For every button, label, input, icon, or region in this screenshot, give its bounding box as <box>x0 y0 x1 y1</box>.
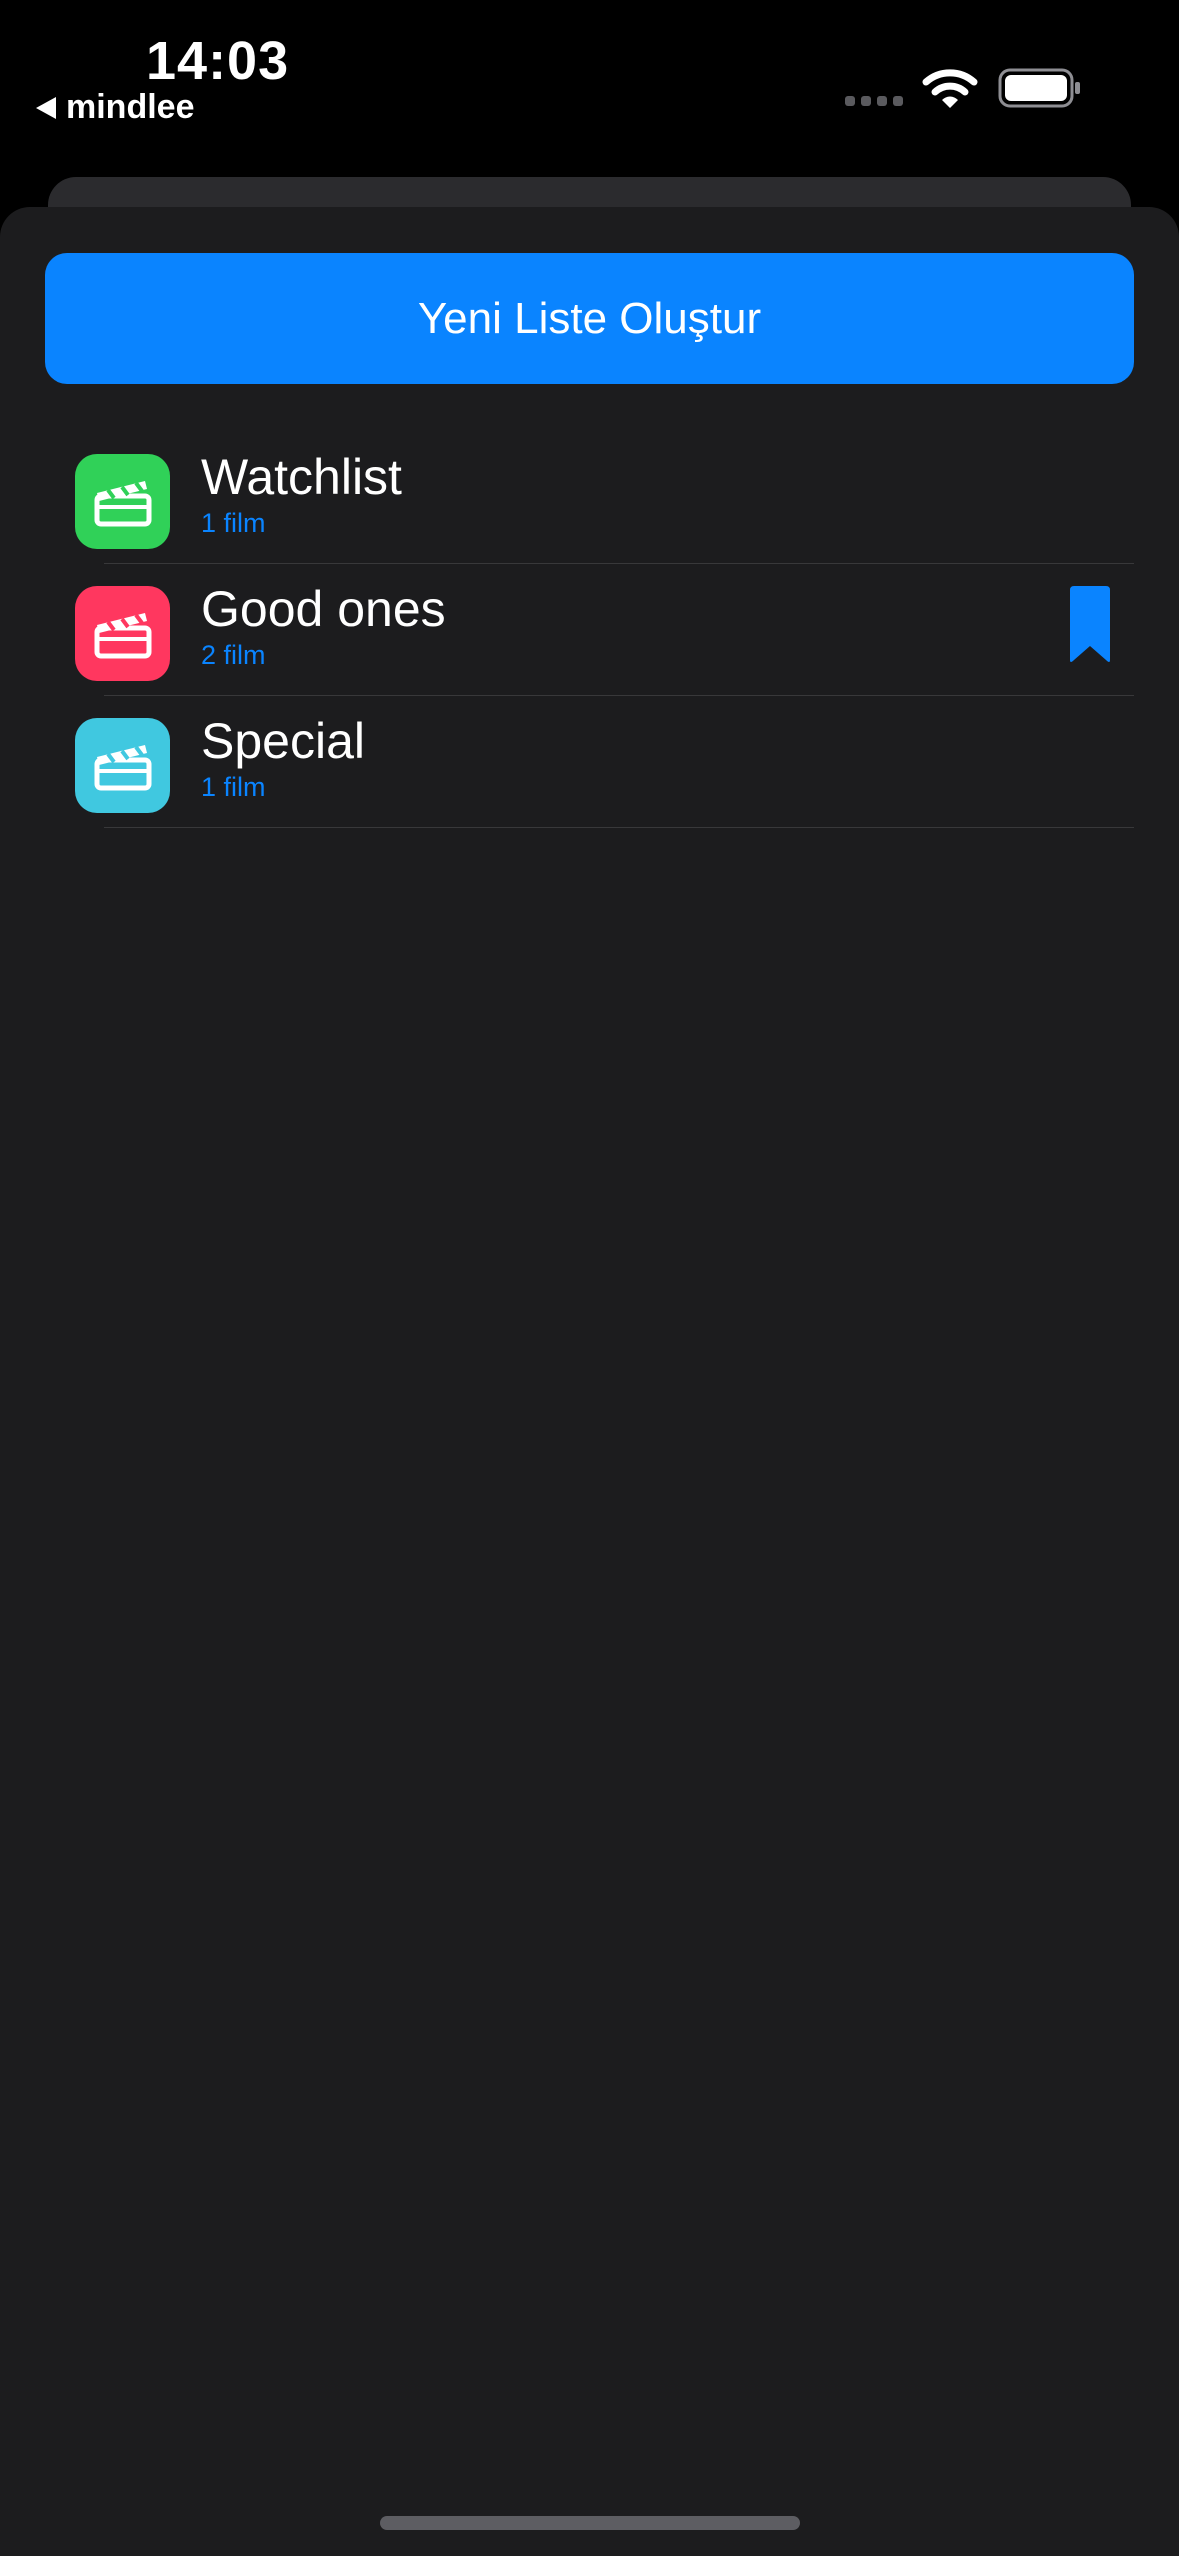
lists: Watchlist 1 film Good ones 2 film Specia… <box>0 432 1179 828</box>
list-item-good-ones[interactable]: Good ones 2 film <box>0 564 1179 696</box>
wifi-icon <box>922 69 978 108</box>
clapperboard-icon <box>75 586 170 681</box>
lists-sheet: Yeni Liste Oluştur Watchlist 1 film Good… <box>0 207 1179 2556</box>
list-film-count: 1 film <box>201 508 266 538</box>
back-app-label: mindlee <box>66 88 195 126</box>
list-item-watchlist[interactable]: Watchlist 1 film <box>0 432 1179 564</box>
clapperboard-icon <box>75 454 170 549</box>
list-item-special[interactable]: Special 1 film <box>0 696 1179 828</box>
list-title: Special <box>201 713 365 769</box>
home-indicator[interactable] <box>380 2516 800 2530</box>
battery-icon <box>998 68 1080 108</box>
status-time: 14:03 <box>146 31 290 91</box>
back-to-app-link[interactable]: mindlee <box>36 88 194 127</box>
list-title: Good ones <box>201 581 446 637</box>
row-divider <box>104 827 1134 828</box>
list-film-count: 2 film <box>201 640 266 670</box>
back-arrow-icon <box>36 96 56 119</box>
bookmark-icon[interactable] <box>1066 584 1114 664</box>
clapperboard-icon <box>75 718 170 813</box>
create-new-list-button[interactable]: Yeni Liste Oluştur <box>45 253 1134 384</box>
list-film-count: 1 film <box>201 772 266 802</box>
list-title: Watchlist <box>201 449 402 505</box>
signal-icon <box>845 96 903 106</box>
